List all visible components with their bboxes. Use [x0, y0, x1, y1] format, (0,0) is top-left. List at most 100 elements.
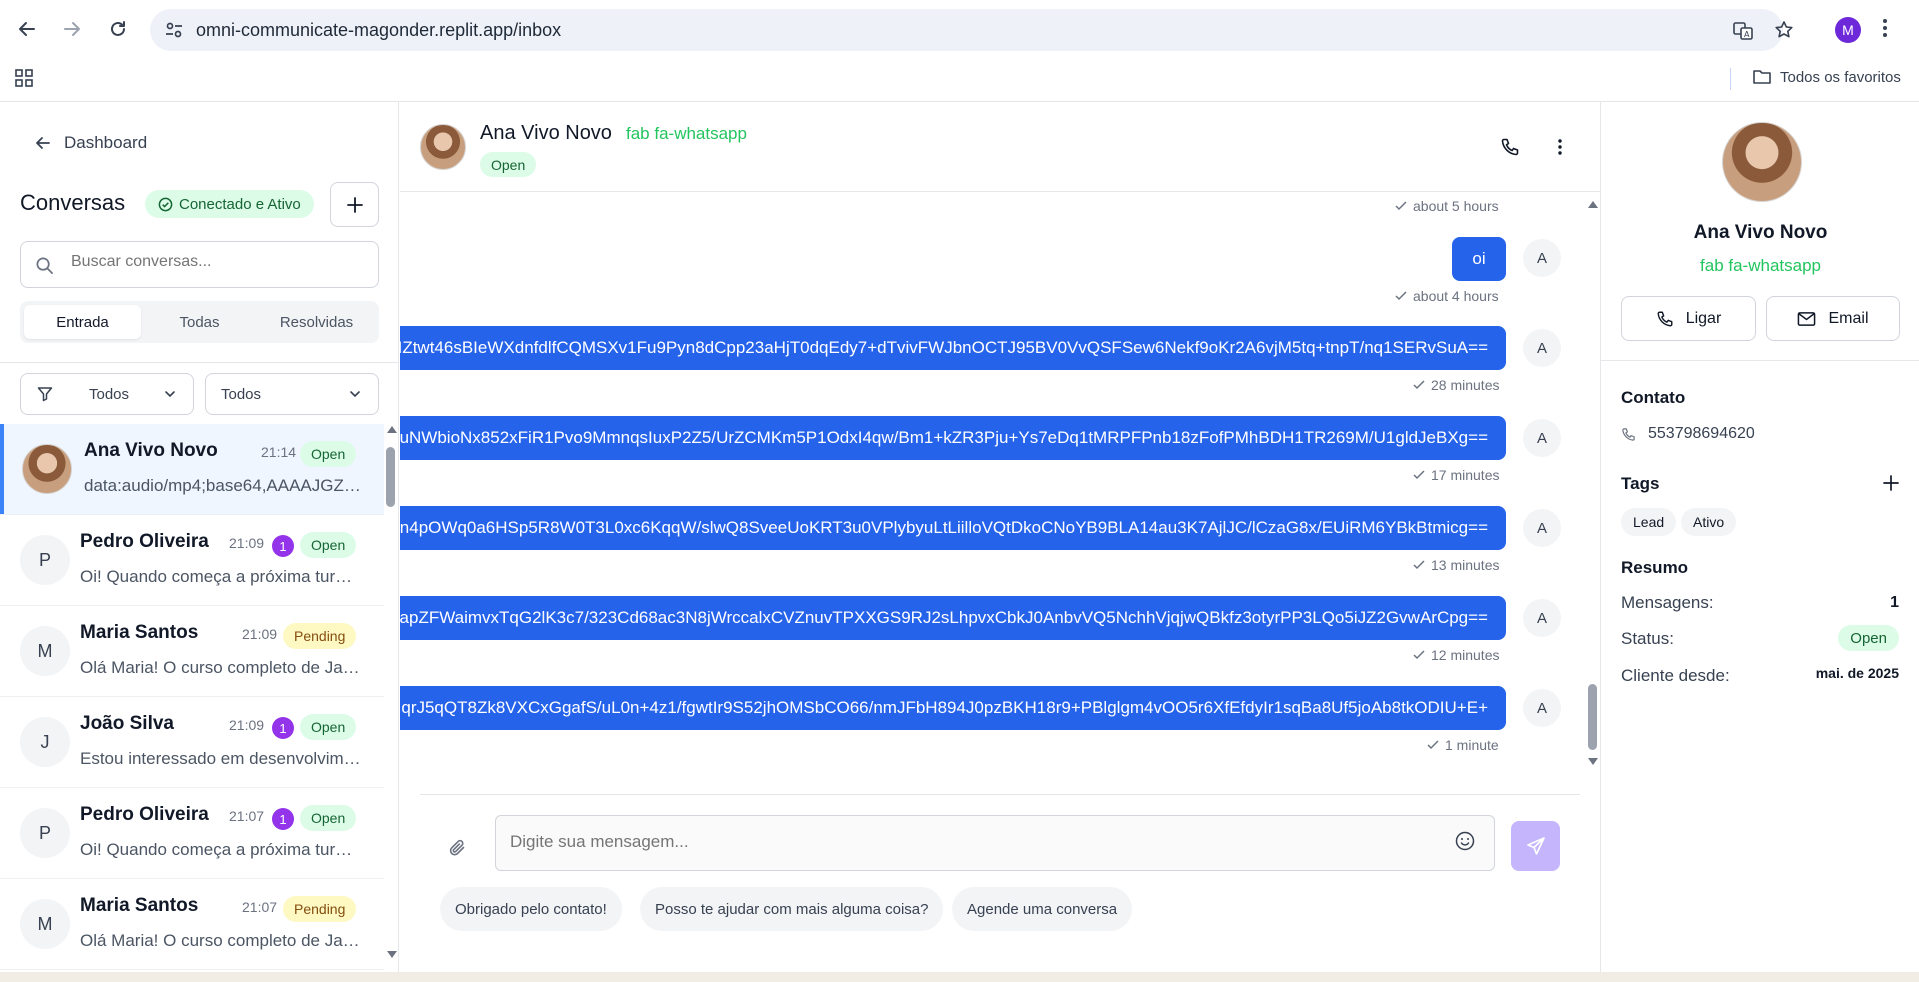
message-time-text: about 4 hours: [1413, 288, 1499, 304]
svg-text:A: A: [1744, 30, 1750, 39]
message-avatar: A: [1523, 419, 1561, 457]
search-input[interactable]: [71, 253, 361, 271]
forward-arrow-icon[interactable]: [57, 14, 87, 44]
address-bar[interactable]: omni-communicate-magonder.replit.app/inb…: [150, 9, 1793, 51]
contact-phone: 553798694620: [1621, 425, 1755, 443]
send-button[interactable]: [1511, 821, 1560, 871]
status-badge: Pending: [283, 623, 357, 649]
back-arrow-icon[interactable]: [12, 14, 42, 44]
apps-grid-icon[interactable]: [14, 68, 34, 93]
conversation-name: João Silva: [80, 713, 174, 734]
message-time-text: 13 minutes: [1431, 557, 1500, 573]
conversation-item[interactable]: P Pedro Oliveira 21:09 1 Open Oi! Quando…: [0, 515, 384, 606]
avatar: P: [20, 808, 70, 858]
tab-resolvidas[interactable]: Resolvidas: [258, 305, 375, 339]
conversation-time: 21:09: [229, 535, 265, 551]
customer-since-label: Cliente desde:: [1621, 666, 1730, 685]
url-text[interactable]: omni-communicate-magonder.replit.app/inb…: [196, 20, 561, 41]
phone-icon: [1657, 311, 1673, 326]
filter-icon: [37, 387, 53, 402]
message-avatar: A: [1523, 689, 1561, 727]
conversation-item[interactable]: J João Silva 21:09 1 Open Estou interess…: [0, 697, 384, 788]
conversation-item[interactable]: M Maria Santos 21:07 Pending Olá Maria! …: [0, 879, 384, 970]
status-badge: Pending: [283, 896, 357, 922]
phone-icon[interactable]: [1500, 137, 1520, 162]
channel-filter-select[interactable]: Todos: [205, 373, 379, 415]
all-bookmarks-folder[interactable]: Todos os favoritos: [1752, 68, 1901, 86]
message-time-text: 1 minute: [1445, 737, 1499, 753]
conversation-preview: Olá Maria! O curso completo de JavaScrip…: [80, 931, 365, 950]
check-icon: [1427, 740, 1439, 750]
search-field[interactable]: [20, 241, 379, 288]
scrollbar-thumb[interactable]: [1588, 684, 1597, 750]
message-timestamp: 12 minutes: [1413, 647, 1499, 663]
check-icon: [1413, 380, 1425, 390]
conversation-name: Pedro Oliveira: [80, 804, 209, 825]
paperclip-icon[interactable]: [448, 838, 468, 863]
browser-menu-icon[interactable]: [1882, 16, 1888, 45]
bookmarks-separator: [1730, 68, 1731, 90]
plus-icon: [346, 196, 363, 213]
scroll-down-icon[interactable]: [386, 950, 398, 960]
tag-chip[interactable]: Ativo: [1681, 508, 1737, 536]
avatar: P: [20, 535, 70, 585]
contact-name: Ana Vivo Novo: [1693, 222, 1828, 243]
scroll-up-icon[interactable]: [1587, 199, 1599, 209]
quick-reply-button[interactable]: Obrigado pelo contato!: [440, 887, 622, 931]
scroll-down-icon[interactable]: [1587, 757, 1599, 767]
tab-todas[interactable]: Todas: [141, 305, 258, 339]
search-icon: [36, 257, 53, 274]
message-list: about 5 hours oi A about 4 hours iIZtwt4…: [400, 193, 1585, 775]
site-settings-icon[interactable]: [164, 20, 184, 45]
emoji-icon[interactable]: [1454, 830, 1476, 857]
conversation-item[interactable]: M Maria Santos 21:09 Pending Olá Maria! …: [0, 606, 384, 697]
status-badge: Open: [300, 532, 357, 558]
quick-reply-button[interactable]: Agende uma conversa: [952, 887, 1133, 931]
tab-entrada[interactable]: Entrada: [24, 305, 141, 339]
message-bubble: qrJ5qQT8Zk8VXCxGgafS/uL0n+4z1/fgwtIr9S52…: [400, 686, 1506, 730]
avatar: J: [20, 717, 70, 767]
contact-name: Ana Vivo Novo: [480, 122, 612, 144]
message-input[interactable]: [510, 832, 1410, 852]
bookmark-star-icon[interactable]: [1774, 20, 1794, 45]
chevron-down-icon: [350, 391, 360, 398]
arrow-left-icon: [36, 137, 50, 149]
reload-icon[interactable]: [103, 14, 133, 44]
conversation-item[interactable]: Ana Vivo Novo 21:14 Open data:audio/mp4;…: [0, 424, 384, 515]
status-badge: Open: [1838, 625, 1899, 651]
status-badge: Open: [300, 714, 357, 740]
status-badge: Open: [480, 152, 537, 177]
conversation-list: Ana Vivo Novo 21:14 Open data:audio/mp4;…: [0, 424, 384, 970]
message-input-field[interactable]: [495, 815, 1495, 871]
dashboard-link[interactable]: Dashboard: [34, 133, 147, 153]
check-icon: [1413, 470, 1425, 480]
conversation-item[interactable]: P Pedro Oliveira 21:07 1 Open Oi! Quando…: [0, 788, 384, 879]
scroll-up-icon[interactable]: [386, 424, 398, 434]
conversation-name: Ana Vivo Novo: [84, 440, 218, 461]
bookmarks-bar: Todos os favoritos: [0, 60, 1919, 102]
chat-panel: Ana Vivo Novo fab fa-whatsapp Open about…: [400, 102, 1600, 972]
email-button[interactable]: Email: [1766, 296, 1900, 341]
tag-chip[interactable]: Lead: [1621, 508, 1677, 536]
messages-label: Mensagens:: [1621, 593, 1714, 612]
add-tag-icon[interactable]: [1883, 475, 1899, 496]
translate-icon[interactable]: A: [1732, 20, 1754, 47]
contact-panel: Ana Vivo Novo fab fa-whatsapp Ligar Emai…: [1600, 102, 1919, 972]
more-options-icon[interactable]: [1550, 137, 1570, 162]
conversation-time: 21:09: [242, 626, 278, 642]
status-badge: Open: [300, 441, 357, 467]
browser-toolbar: omni-communicate-magonder.replit.app/inb…: [0, 0, 1919, 60]
channel-filter-value: Todos: [221, 385, 262, 403]
conversation-preview: Olá Maria! O curso completo de JavaScrip…: [80, 658, 365, 677]
unread-count-badge: 1: [272, 535, 294, 557]
call-button[interactable]: Ligar: [1621, 296, 1756, 341]
new-conversation-button[interactable]: [330, 182, 379, 227]
scrollbar-thumb[interactable]: [386, 447, 395, 507]
avatar: [22, 444, 72, 494]
message-avatar: A: [1523, 329, 1561, 367]
profile-avatar[interactable]: M: [1835, 17, 1861, 43]
status-filter-select[interactable]: Todos: [20, 373, 194, 415]
quick-reply-button[interactable]: Posso te ajudar com mais alguma coisa?: [640, 887, 944, 931]
unread-count-badge: 1: [272, 808, 294, 830]
status-filter-value: Todos: [89, 385, 130, 403]
